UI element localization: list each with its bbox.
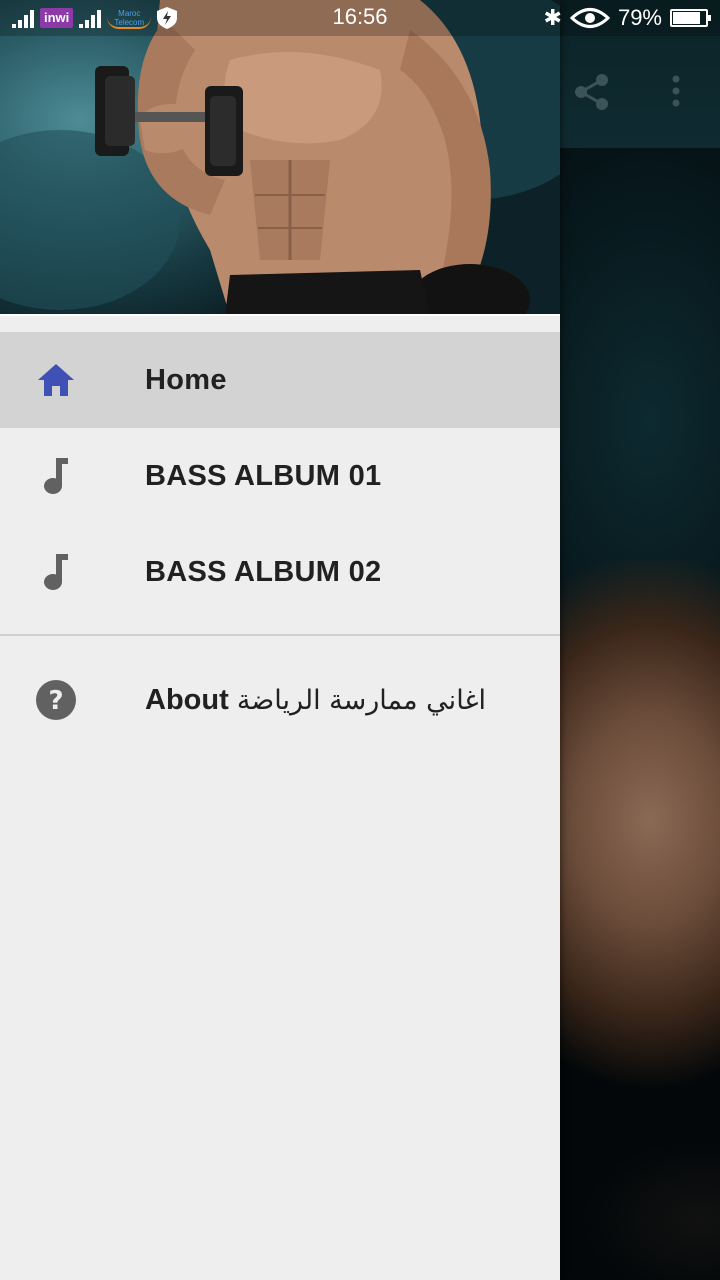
- fitness-man-image: [0, 0, 560, 314]
- more-vert-icon[interactable]: [664, 72, 688, 112]
- about-label-en: About: [145, 684, 229, 716]
- about-label: About اغاني ممارسة الرياضة: [145, 652, 486, 749]
- status-right: ✱ 79%: [543, 5, 711, 30]
- screen: Home BASS ALBUM 01 BASS ALBUM 02 ? About…: [0, 0, 720, 1280]
- share-icon[interactable]: [572, 72, 612, 112]
- menu-item-about[interactable]: ? About اغاني ممارسة الرياضة: [0, 652, 560, 748]
- battery-fill: [673, 12, 700, 24]
- drawer-menu: Home BASS ALBUM 01 BASS ALBUM 02 ? About…: [0, 332, 560, 748]
- menu-item-label: Home: [145, 364, 227, 396]
- menu-divider: [0, 634, 560, 636]
- menu-item-bass-album-02[interactable]: BASS ALBUM 02: [0, 524, 560, 620]
- about-label-ar: اغاني ممارسة الرياضة: [236, 685, 487, 716]
- menu-item-label: BASS ALBUM 02: [145, 556, 382, 588]
- menu-item-label: BASS ALBUM 01: [145, 460, 382, 492]
- help-icon: ?: [36, 680, 76, 720]
- svg-text:?: ?: [48, 686, 63, 716]
- navigation-drawer: Home BASS ALBUM 01 BASS ALBUM 02 ? About…: [0, 0, 560, 1280]
- drawer-header-image: [0, 0, 560, 316]
- music-note-icon: [44, 554, 68, 590]
- battery-icon: [670, 9, 711, 27]
- eye-icon: [569, 8, 610, 28]
- battery-percent: 79%: [617, 5, 662, 30]
- menu-item-bass-album-01[interactable]: BASS ALBUM 01: [0, 428, 560, 524]
- menu-item-home[interactable]: Home: [0, 332, 560, 428]
- status-bar: inwi Maroc Telecom 16:56 ✱ 79%: [0, 0, 720, 36]
- bluetooth-icon: ✱: [543, 5, 562, 30]
- background-hero-image: [560, 560, 720, 1280]
- home-icon: [38, 364, 74, 396]
- music-note-icon: [44, 458, 68, 494]
